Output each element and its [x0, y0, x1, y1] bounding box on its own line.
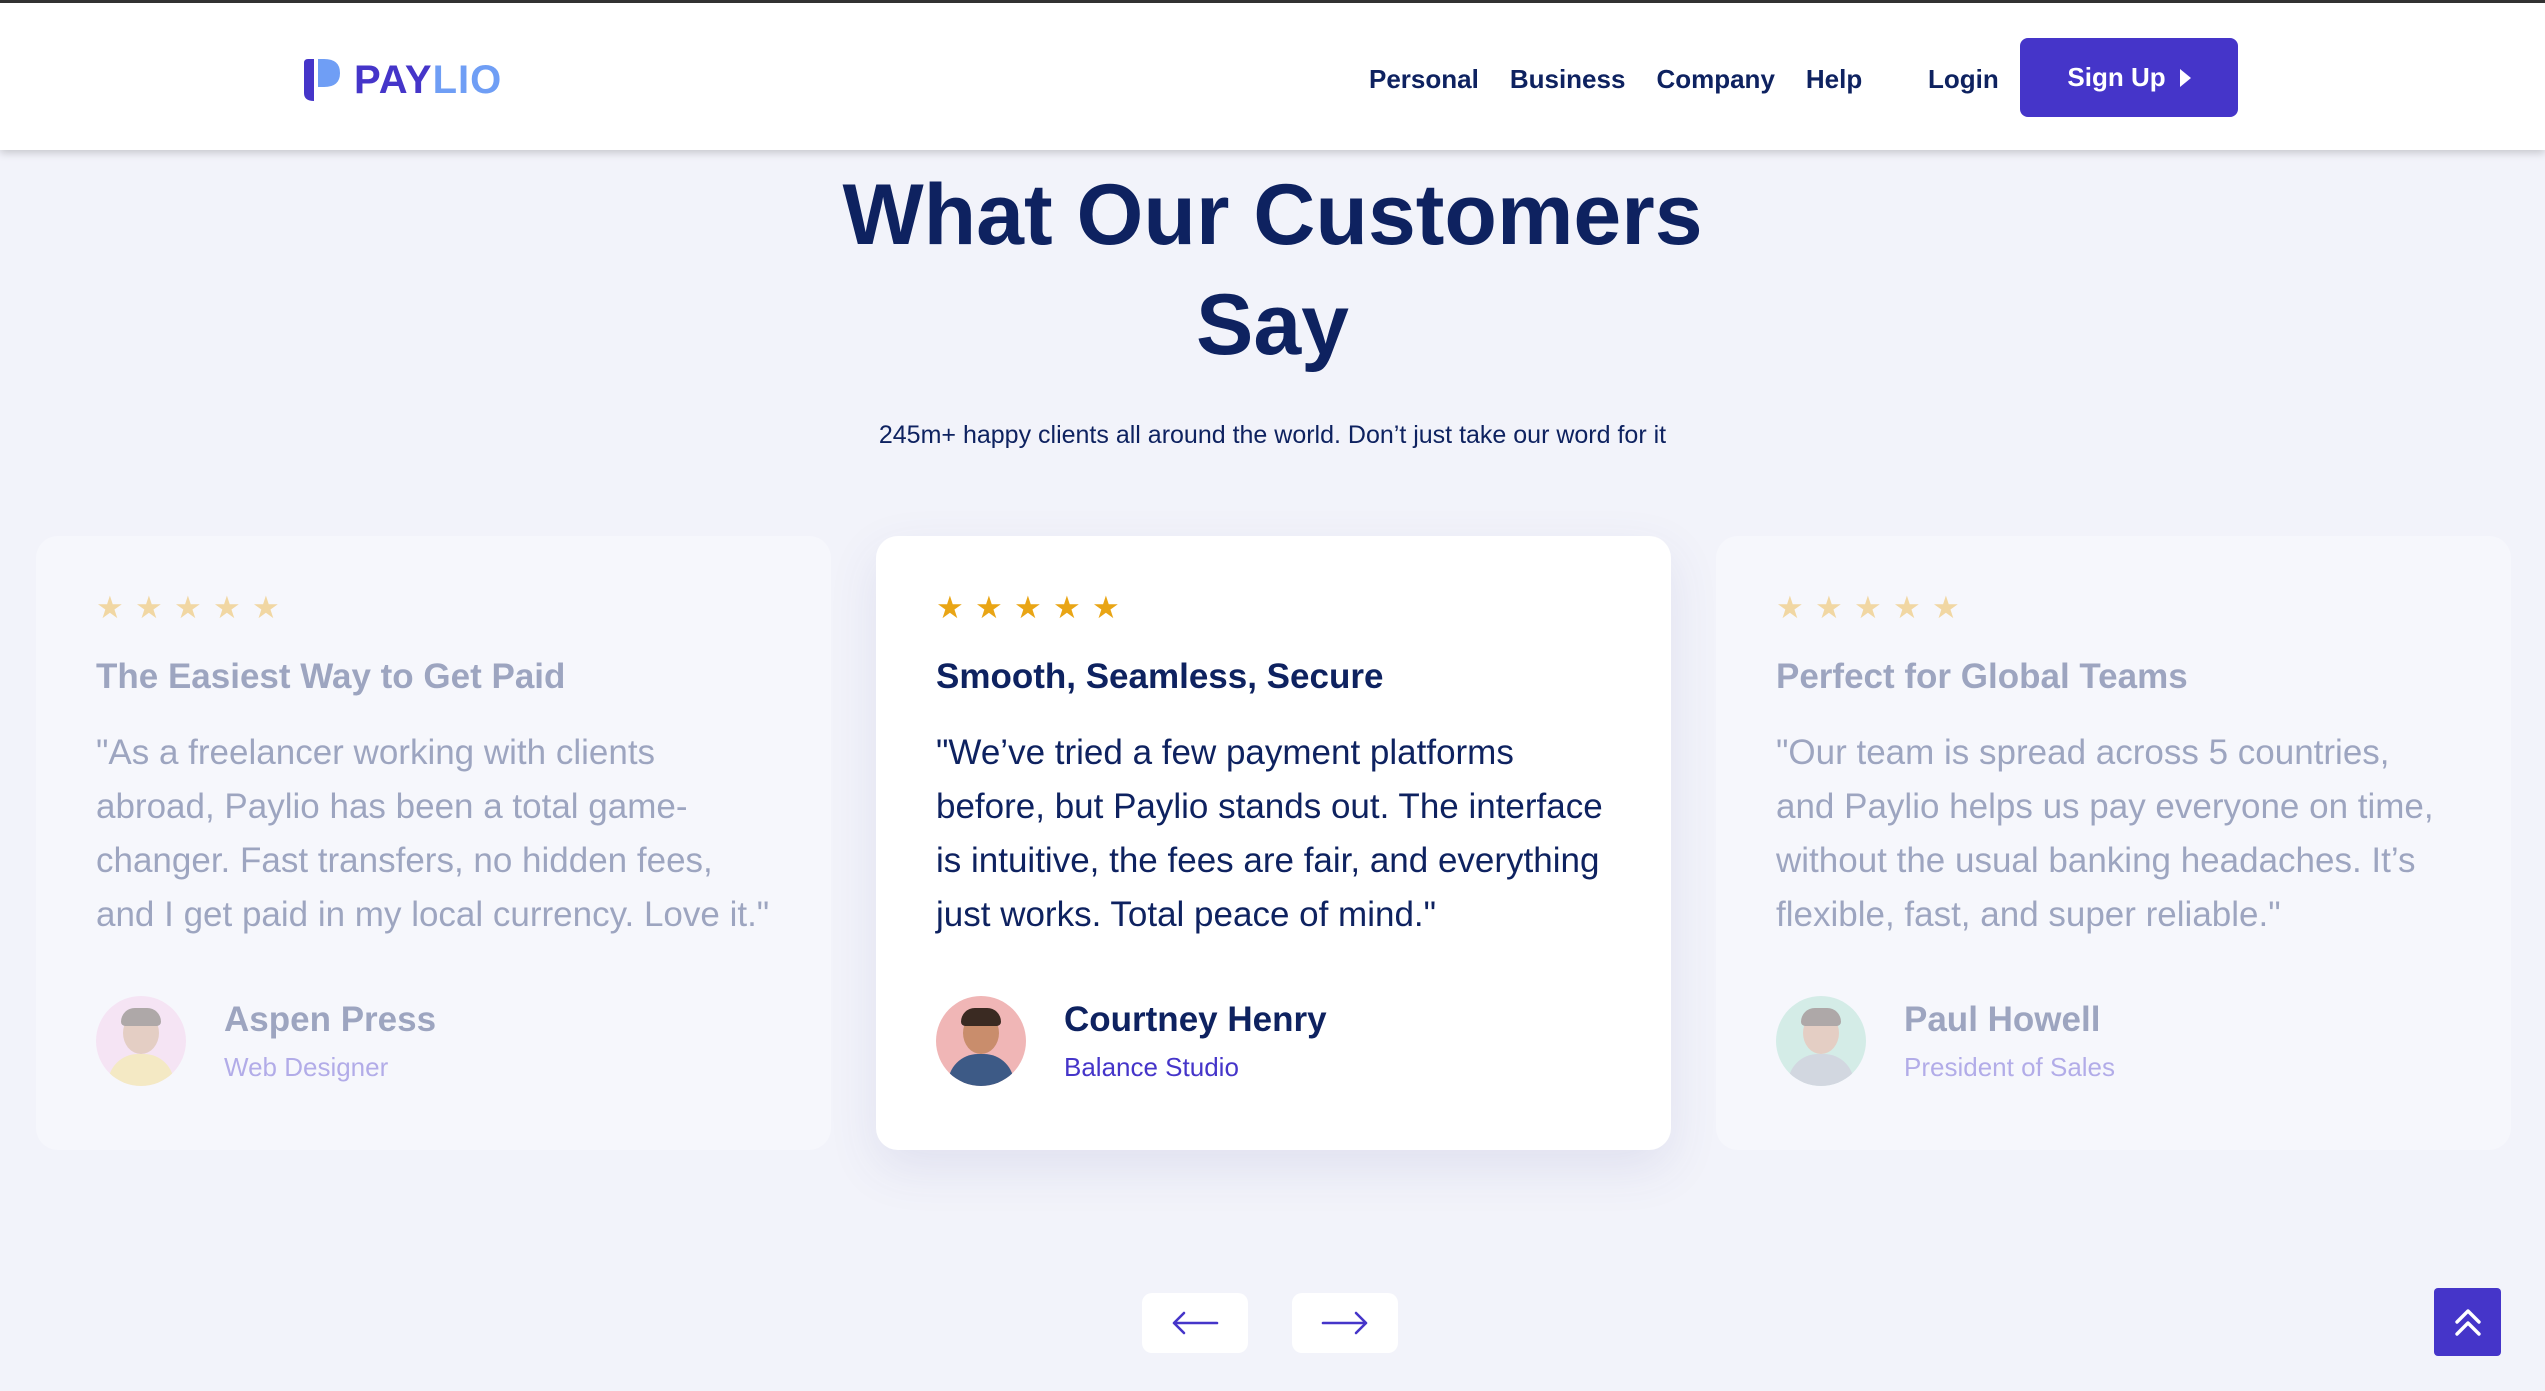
testimonial-author: Courtney Henry Balance Studio [936, 996, 1327, 1086]
star-icon: ★ [975, 590, 1003, 625]
logo[interactable]: PAYLIO [300, 57, 502, 103]
testimonial-author: Aspen Press Web Designer [96, 996, 436, 1086]
star-icon: ★ [1815, 590, 1843, 625]
section-title-line2: Say [1195, 277, 1350, 373]
signup-label: Sign Up [2067, 62, 2166, 92]
star-icon: ★ [1053, 590, 1081, 625]
testimonial-card: ★ ★ ★ ★ ★ Perfect for Global Teams "Our … [1716, 536, 2511, 1150]
arrow-right-icon [1321, 1311, 1368, 1335]
author-name: Courtney Henry [1064, 1000, 1327, 1039]
testimonial-quote: "Our team is spread across 5 countries, … [1776, 733, 2434, 934]
section-subtitle: 245m+ happy clients all around the world… [878, 421, 1667, 449]
logo-text-pay: PAY [354, 57, 433, 102]
testimonial-quote: "As a freelancer working with clients ab… [96, 733, 770, 934]
nav-company[interactable]: Company [1656, 61, 1774, 97]
star-icon: ★ [1854, 590, 1882, 625]
star-icon: ★ [135, 590, 163, 625]
double-chevron-up-icon [2454, 1309, 2481, 1336]
nav-personal[interactable]: Personal [1369, 61, 1479, 97]
star-rating: ★ ★ ★ ★ ★ [936, 592, 1611, 626]
star-icon: ★ [213, 590, 241, 625]
prev-button[interactable] [1142, 1293, 1248, 1353]
author-name: Aspen Press [224, 1000, 437, 1039]
author-role: Web Designer [224, 1052, 389, 1082]
nav-help[interactable]: Help [1806, 61, 1862, 97]
caret-right-icon [2179, 68, 2191, 87]
avatar [936, 996, 1026, 1086]
testimonial-title: The Easiest Way to Get Paid [96, 657, 566, 696]
star-icon: ★ [936, 590, 964, 625]
testimonial-title: Smooth, Seamless, Secure [936, 657, 1384, 696]
next-button[interactable] [1292, 1293, 1398, 1353]
star-icon: ★ [1092, 590, 1120, 625]
section-title-line1: What Our Customers [842, 167, 1703, 263]
nav-business[interactable]: Business [1510, 61, 1626, 97]
scroll-to-top-button[interactable] [2434, 1288, 2501, 1356]
avatar [1776, 996, 1866, 1086]
star-icon: ★ [1932, 590, 1960, 625]
section-title: What Our Customers Say [0, 160, 2545, 380]
star-icon: ★ [96, 590, 124, 625]
star-icon: ★ [1014, 590, 1042, 625]
logo-mark-icon [304, 59, 340, 101]
login-link[interactable]: Login [1928, 61, 1999, 97]
testimonial-card-active: ★ ★ ★ ★ ★ Smooth, Seamless, Secure "We’v… [876, 536, 1671, 1150]
author-name: Paul Howell [1904, 1000, 2101, 1039]
testimonial-title: Perfect for Global Teams [1776, 657, 2188, 696]
main-nav: Personal Business Company Help [1369, 61, 1862, 97]
author-role: President of Sales [1904, 1052, 2116, 1082]
testimonial-card: ★ ★ ★ ★ ★ The Easiest Way to Get Paid "A… [36, 536, 831, 1150]
star-icon: ★ [1893, 590, 1921, 625]
logo-text: PAYLIO [354, 58, 502, 103]
signup-button[interactable]: Sign Up [2020, 38, 2238, 117]
testimonial-quote: "We’ve tried a few payment platforms bef… [936, 733, 1603, 934]
arrow-left-icon [1172, 1311, 1219, 1335]
avatar [96, 996, 186, 1086]
star-icon: ★ [252, 590, 280, 625]
star-rating: ★ ★ ★ ★ ★ [1776, 592, 2451, 626]
logo-text-lio: LIO [432, 57, 503, 102]
star-icon: ★ [174, 590, 202, 625]
author-role: Balance Studio [1064, 1052, 1239, 1082]
site-header: PAYLIO Personal Business Company Help Lo… [0, 3, 2545, 150]
testimonial-author: Paul Howell President of Sales [1776, 996, 2115, 1086]
star-icon: ★ [1776, 590, 1804, 625]
star-rating: ★ ★ ★ ★ ★ [96, 592, 771, 626]
